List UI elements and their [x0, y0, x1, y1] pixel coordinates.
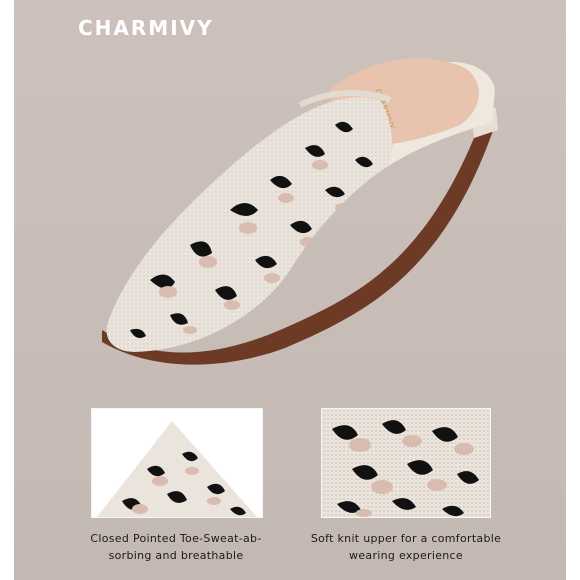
product-image: CHARMIVY CHARMIVY	[0, 0, 580, 580]
feature-caption-toe: Closed Pointed Toe-Sweat-ab- sorbing and…	[76, 530, 276, 564]
feature-caption-line: Closed Pointed Toe-Sweat-ab-	[90, 532, 262, 545]
pointed-toe-image	[92, 409, 262, 517]
left-border	[0, 0, 14, 580]
knit-texture-closeup	[321, 408, 491, 518]
feature-caption-line: Soft knit upper for a comfortable	[310, 532, 502, 545]
feature-caption-line: wearing experience	[349, 549, 463, 562]
feature-caption-knit: Soft knit upper for a comfortable wearin…	[306, 530, 506, 564]
leopard-mule-shoe: CHARMIVY	[102, 58, 498, 365]
knit-texture-image	[322, 409, 490, 517]
feature-caption-line: sorbing and breathable	[108, 549, 244, 562]
right-border	[566, 0, 580, 580]
pointed-toe-closeup	[91, 408, 263, 518]
